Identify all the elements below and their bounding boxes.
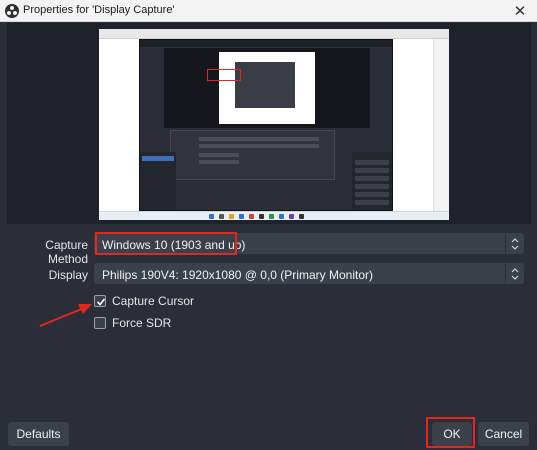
force-sdr-checkbox[interactable]: [94, 317, 106, 329]
capture-cursor-checkbox-row[interactable]: Capture Cursor: [94, 293, 194, 309]
capture-method-label: Capture Method: [45, 238, 88, 266]
chevron-updown-icon: [505, 264, 523, 283]
ok-button[interactable]: OK: [432, 422, 472, 446]
display-select[interactable]: Philips 190V4: 1920x1080 @ 0,0 (Primary …: [94, 263, 524, 284]
capture-cursor-label: Capture Cursor: [112, 294, 195, 308]
capture-method-value: Windows 10 (1903 and up): [102, 238, 246, 252]
force-sdr-label: Force SDR: [112, 316, 172, 330]
checkmark-icon: [96, 298, 106, 306]
window-title: Properties for 'Display Capture': [23, 4, 175, 16]
chevron-updown-icon: [505, 234, 523, 253]
force-sdr-checkbox-row[interactable]: Force SDR: [94, 315, 171, 331]
capture-cursor-checkbox[interactable]: [94, 295, 106, 307]
close-icon[interactable]: ✕: [503, 0, 537, 22]
preview-screenshot: [99, 29, 449, 220]
display-preview: [7, 23, 531, 224]
title-bar: Properties for 'Display Capture' ✕: [0, 0, 537, 22]
defaults-button[interactable]: Defaults: [8, 422, 69, 446]
obs-logo-icon: [5, 4, 19, 18]
display-label: Display: [48, 268, 88, 282]
cancel-button[interactable]: Cancel: [478, 422, 529, 446]
capture-method-select[interactable]: Windows 10 (1903 and up): [94, 233, 524, 254]
display-value: Philips 190V4: 1920x1080 @ 0,0 (Primary …: [102, 268, 373, 282]
